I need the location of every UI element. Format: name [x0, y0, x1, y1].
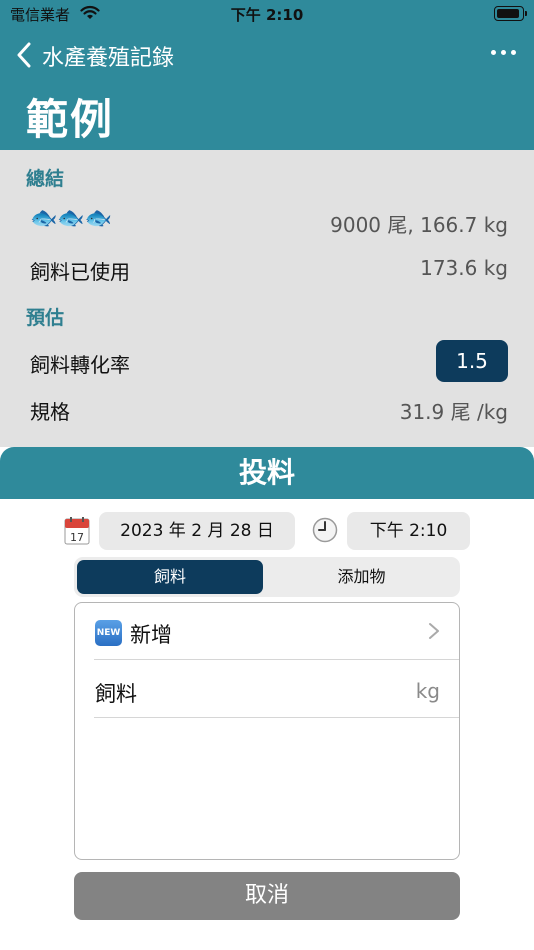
fcr-value-button[interactable]: 1.5: [436, 340, 508, 382]
date-picker[interactable]: 2023 年 2 月 28 日: [99, 512, 295, 550]
list-divider: [94, 659, 459, 660]
tab-feed[interactable]: 飼料: [77, 560, 263, 594]
back-chevron-icon[interactable]: [16, 42, 32, 68]
feed-item-label[interactable]: 飼料: [95, 678, 137, 708]
tab-additive[interactable]: 添加物: [266, 560, 457, 594]
fcr-label: 飼料轉化率: [30, 353, 130, 377]
status-time: 下午 2:10: [230, 6, 304, 24]
feed-used-value: 173.6 kg: [420, 256, 508, 280]
summary-section-label: 總結: [26, 168, 65, 190]
feed-item-unit: kg: [415, 679, 440, 703]
estimate-section-label: 預估: [26, 307, 65, 329]
feed-used-label: 飼料已使用: [30, 260, 130, 284]
calendar-day: 17: [70, 531, 84, 544]
more-options-icon[interactable]: [491, 50, 516, 55]
new-icon: NEW: [95, 620, 122, 646]
add-new-item[interactable]: 新增: [130, 619, 172, 649]
clock-icon[interactable]: [312, 517, 338, 543]
battery-icon: [494, 6, 527, 21]
calendar-icon[interactable]: 17: [64, 517, 90, 545]
size-value: 31.9 尾 /kg: [399, 400, 508, 424]
list-divider: [94, 717, 459, 718]
fish-icon: 🐟🐟🐟: [30, 206, 113, 231]
feeding-panel-title: 投料: [0, 447, 534, 499]
cancel-button[interactable]: 取消: [74, 872, 460, 920]
time-picker[interactable]: 下午 2:10: [347, 512, 470, 550]
stock-value: 9000 尾, 166.7 kg: [330, 213, 508, 237]
page-title: 範例: [26, 95, 115, 144]
chevron-right-icon[interactable]: [428, 622, 440, 640]
back-button-label[interactable]: 水產養殖記錄: [42, 40, 174, 72]
size-label: 規格: [30, 400, 70, 424]
